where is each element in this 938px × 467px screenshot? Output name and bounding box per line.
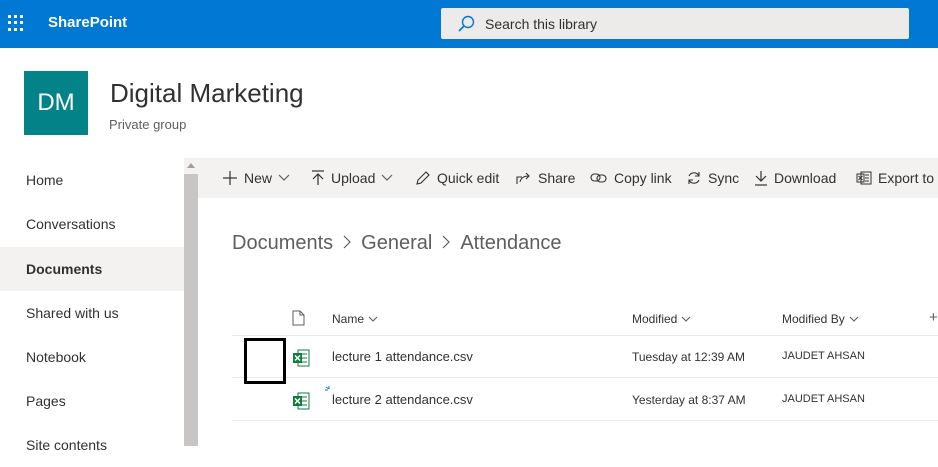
nav-scrollbar[interactable]	[184, 158, 198, 446]
left-navigation: Home Conversations Documents Shared with…	[0, 158, 184, 453]
file-type-header[interactable]	[292, 310, 305, 326]
breadcrumb: Documents General Attendance	[232, 232, 562, 255]
name-column-label: Name	[332, 312, 365, 326]
site-header: DM Digital Marketing Private group	[0, 48, 938, 158]
download-button[interactable]: Download	[754, 158, 836, 198]
search-placeholder: Search this library	[485, 16, 598, 32]
nav-item-documents[interactable]: Documents	[0, 247, 184, 291]
excel-file-icon	[293, 349, 310, 367]
chevron-down-icon	[681, 316, 691, 322]
chevron-down-icon	[368, 316, 378, 322]
modified-column-label: Modified	[632, 312, 678, 326]
share-button[interactable]: Share	[516, 158, 575, 198]
download-icon	[755, 171, 767, 186]
download-label: Download	[774, 170, 837, 186]
chevron-down-icon	[278, 174, 290, 181]
nav-item-conversations[interactable]: Conversations	[0, 202, 184, 246]
file-name-link[interactable]: lecture 1 attendance.csv	[332, 349, 473, 364]
nav-item-shared-with-us[interactable]: Shared with us	[0, 291, 184, 335]
breadcrumb-attendance: Attendance	[460, 232, 562, 254]
chevron-down-icon	[849, 316, 859, 322]
chevron-right-icon	[343, 232, 352, 255]
new-label: New	[244, 170, 273, 186]
copy-link-button[interactable]: Copy link	[590, 158, 672, 198]
chevron-right-icon	[442, 232, 451, 255]
quick-edit-label: Quick edit	[437, 170, 500, 186]
modified-by-column-header[interactable]: Modified By	[782, 312, 859, 326]
export-label: Export to	[878, 170, 935, 186]
scroll-up-arrow-icon[interactable]	[187, 163, 195, 168]
excel-export-icon	[856, 171, 872, 185]
search-icon	[458, 15, 475, 32]
command-bar: New Upload Quick edit Share Copy link Sy…	[198, 158, 938, 198]
modified-value: Tuesday at 12:39 AM	[632, 350, 745, 364]
sharepoint-brand-link[interactable]: SharePoint	[48, 14, 127, 31]
list-header: Name Modified Modified By +	[232, 300, 938, 336]
scrollbar-thumb[interactable]	[184, 174, 198, 446]
pencil-icon	[416, 171, 430, 185]
excel-file-icon	[293, 392, 310, 410]
share-label: Share	[538, 170, 576, 186]
file-name-link[interactable]: lecture 2 attendance.csv	[332, 392, 473, 407]
new-button[interactable]: New	[222, 158, 290, 198]
suite-bar: SharePoint Search this library	[0, 0, 938, 48]
modified-by-value[interactable]: JAUDET AHSAN	[782, 350, 865, 362]
site-logo[interactable]: DM	[24, 71, 88, 135]
document-icon	[292, 310, 305, 326]
table-row[interactable]: lecture 1 attendance.csv Tuesday at 12:3…	[232, 336, 938, 378]
search-box[interactable]: Search this library	[441, 8, 909, 39]
sync-button[interactable]: Sync	[686, 158, 739, 198]
copy-link-label: Copy link	[614, 170, 672, 186]
site-subtitle: Private group	[109, 117, 187, 132]
table-row[interactable]: lecture 2 attendance.csv Yesterday at 8:…	[232, 379, 938, 421]
upload-label: Upload	[331, 170, 376, 186]
name-column-header[interactable]: Name	[332, 312, 378, 326]
site-title[interactable]: Digital Marketing	[110, 78, 304, 109]
app-launcher-icon[interactable]	[8, 15, 24, 31]
sync-icon	[688, 172, 700, 184]
breadcrumb-documents[interactable]: Documents	[232, 232, 333, 255]
sync-label: Sync	[708, 170, 740, 186]
modified-by-column-label: Modified By	[782, 312, 845, 326]
share-icon	[516, 172, 530, 184]
new-item-sparkle-icon	[325, 386, 330, 391]
upload-button[interactable]: Upload	[311, 158, 393, 198]
export-button[interactable]: Export to	[856, 158, 934, 198]
upload-icon	[312, 170, 324, 185]
row-select-checkbox[interactable]	[244, 338, 286, 384]
nav-item-pages[interactable]: Pages	[0, 379, 184, 423]
nav-item-notebook[interactable]: Notebook	[0, 335, 184, 379]
plus-icon	[223, 171, 237, 185]
chevron-down-icon	[381, 174, 393, 181]
breadcrumb-general[interactable]: General	[361, 232, 432, 255]
modified-value: Yesterday at 8:37 AM	[632, 393, 746, 407]
modified-column-header[interactable]: Modified	[632, 312, 691, 326]
site-logo-initials: DM	[37, 89, 75, 116]
nav-item-site-contents[interactable]: Site contents	[0, 423, 184, 467]
link-icon	[590, 173, 607, 183]
nav-item-home[interactable]: Home	[0, 158, 184, 202]
quick-edit-button[interactable]: Quick edit	[415, 158, 499, 198]
add-column-button[interactable]: +	[929, 309, 938, 326]
modified-by-value[interactable]: JAUDET AHSAN	[782, 393, 865, 405]
